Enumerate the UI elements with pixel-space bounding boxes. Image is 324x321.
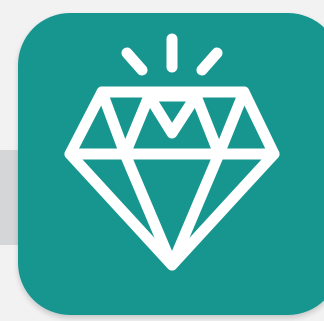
app-icon-tile[interactable] [18,13,324,315]
tile-graphic [18,13,324,315]
icon-canvas [0,0,324,321]
